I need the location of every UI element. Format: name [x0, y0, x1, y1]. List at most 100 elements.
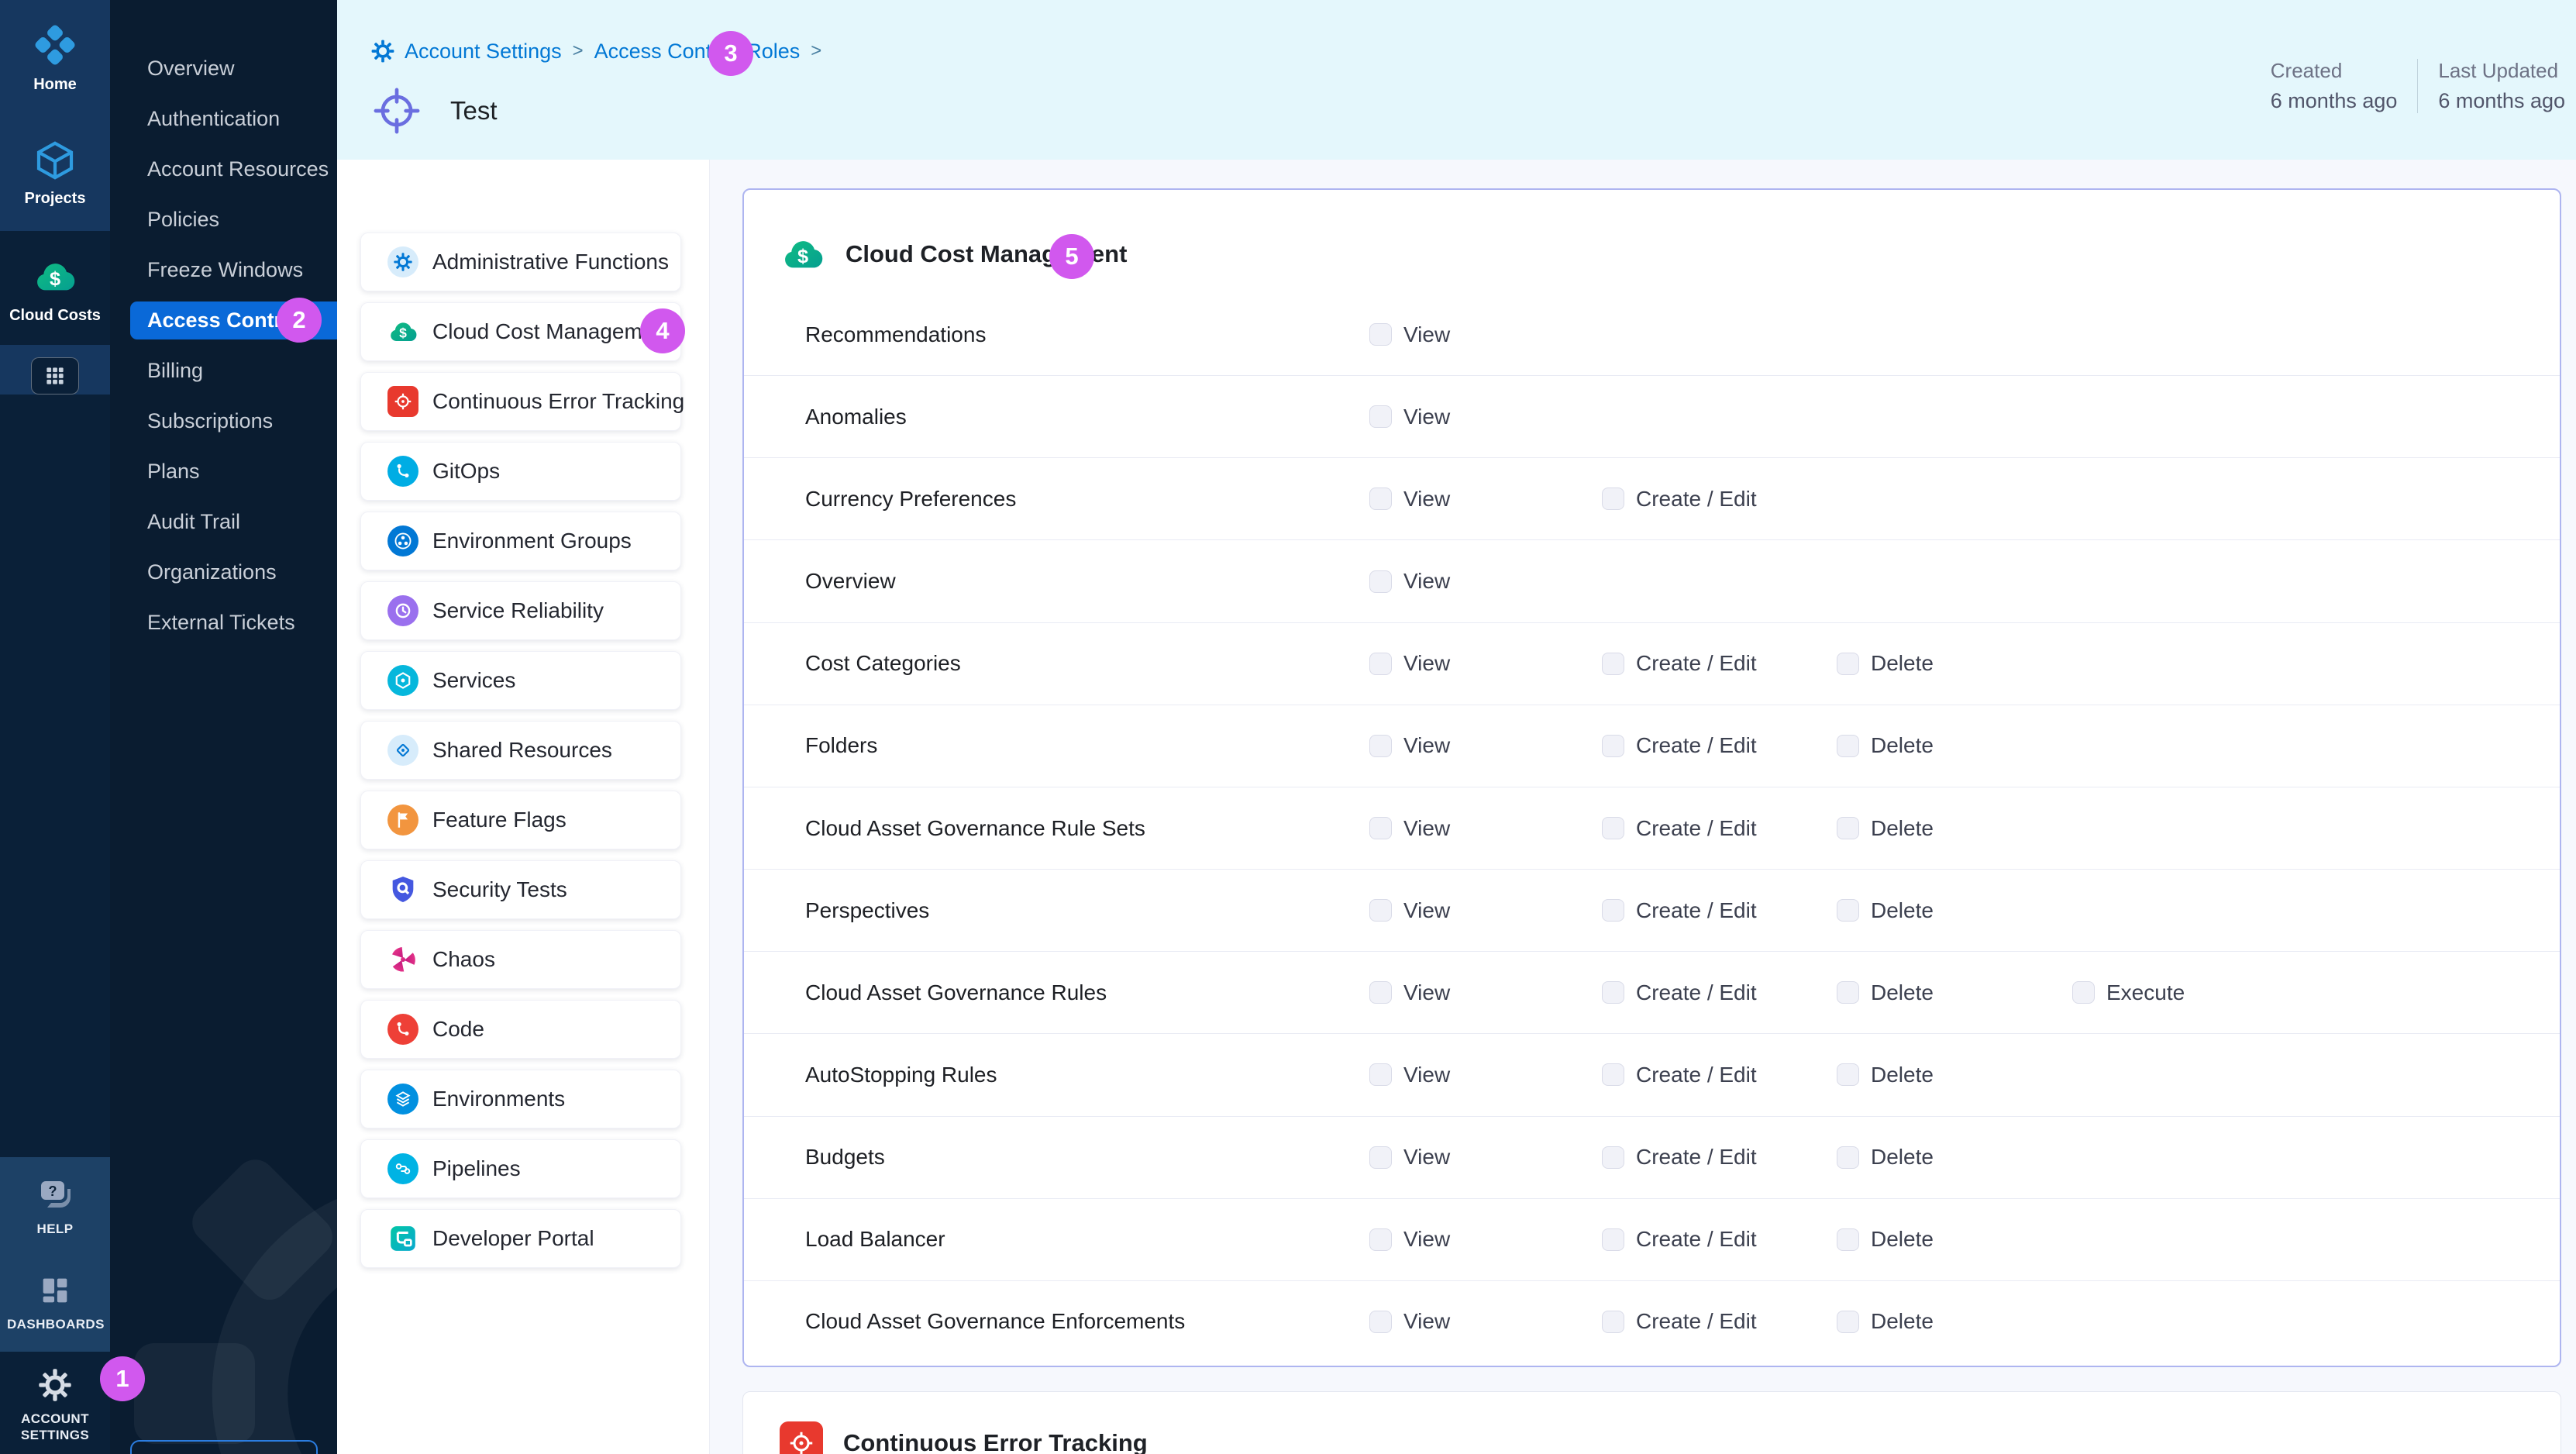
breadcrumb-roles-link[interactable]: Access Control: Roles [594, 40, 801, 64]
breadcrumb-account-settings-link[interactable]: Account Settings [405, 40, 562, 64]
panel-header: Continuous Error Tracking [780, 1421, 1148, 1454]
sidebar-nav-item[interactable]: Policies [110, 195, 337, 245]
delete-checkbox[interactable] [1837, 1311, 1859, 1333]
resource-category-card[interactable]: Security Tests [360, 860, 681, 919]
permission-create-edit-cell: Create / Edit [1602, 651, 1757, 676]
permission-view-cell: View [1369, 569, 1450, 594]
view-checkbox[interactable] [1369, 1311, 1392, 1333]
view-checkbox[interactable] [1369, 570, 1392, 593]
meta-divider [2417, 59, 2418, 113]
delete-checkbox[interactable] [1837, 1228, 1859, 1251]
view-checkbox[interactable] [1369, 1063, 1392, 1086]
view-checkbox[interactable] [1369, 735, 1392, 757]
view-checkbox[interactable] [1369, 899, 1392, 922]
rail-item-cloud-costs[interactable]: Cloud Costs [0, 231, 110, 345]
rail-item-dashboards[interactable]: DASHBOARDS [0, 1252, 110, 1351]
create-edit-checkbox[interactable] [1602, 1146, 1624, 1169]
create-edit-checkbox[interactable] [1602, 1228, 1624, 1251]
view-checkbox[interactable] [1369, 653, 1392, 675]
view-checkbox[interactable] [1369, 488, 1392, 510]
checkbox-label: Execute [2106, 980, 2185, 1005]
resource-category-card[interactable]: Shared Resources [360, 721, 681, 780]
dashboards-grid-icon [37, 1273, 73, 1308]
create-edit-checkbox[interactable] [1602, 899, 1624, 922]
create-edit-checkbox[interactable] [1602, 488, 1624, 510]
permission-view-cell: View [1369, 322, 1450, 347]
resource-category-card[interactable]: Chaos [360, 930, 681, 989]
resource-category-card[interactable]: Services [360, 651, 681, 710]
sidebar-nav-item[interactable]: Audit Trail [110, 497, 337, 547]
permission-row: Cloud Asset Governance Rules View Create… [744, 951, 2560, 1033]
permission-create-edit-cell: Create / Edit [1602, 816, 1757, 841]
create-edit-checkbox[interactable] [1602, 981, 1624, 1004]
resource-category-card[interactable]: Pipelines [360, 1139, 681, 1198]
checkbox-label: View [1403, 1227, 1450, 1252]
category-icon [387, 595, 418, 626]
rail-item-projects[interactable]: Projects [0, 112, 110, 231]
checkbox-label: Create / Edit [1636, 898, 1757, 923]
permission-name: AutoStopping Rules [805, 1063, 997, 1087]
rail-item-label: HELP [37, 1221, 74, 1237]
view-checkbox[interactable] [1369, 405, 1392, 428]
rail-item-label: Cloud Costs [9, 307, 101, 325]
checkbox-label: Delete [1871, 733, 1934, 758]
sidebar-nav-item[interactable]: Freeze Windows [110, 245, 337, 295]
create-edit-checkbox[interactable] [1602, 1063, 1624, 1086]
delete-checkbox[interactable] [1837, 899, 1859, 922]
resource-category-card[interactable]: Feature Flags [360, 791, 681, 849]
delete-checkbox[interactable] [1837, 653, 1859, 675]
view-checkbox[interactable] [1369, 1146, 1392, 1169]
module-grid-icon [43, 364, 67, 388]
category-icon [387, 874, 418, 905]
resource-category-card[interactable]: Administrative Functions [360, 233, 681, 291]
sidebar-nav-item[interactable]: Overview [110, 43, 337, 94]
view-checkbox[interactable] [1369, 981, 1392, 1004]
resource-category-card[interactable]: Environments [360, 1070, 681, 1128]
sidebar-nav-item-label: Audit Trail [147, 510, 240, 534]
resource-category-card[interactable]: Developer Portal [360, 1209, 681, 1268]
create-edit-checkbox[interactable] [1602, 653, 1624, 675]
checkbox-label: Delete [1871, 1227, 1934, 1252]
permission-view-cell: View [1369, 487, 1450, 512]
sidebar-nav-item[interactable]: Authentication [110, 94, 337, 144]
delete-checkbox[interactable] [1837, 1063, 1859, 1086]
rail-item-help[interactable]: HELP [0, 1157, 110, 1252]
category-icon [387, 1153, 418, 1184]
sidebar-nav-item[interactable]: External Tickets [110, 598, 337, 648]
rail-item-account-settings[interactable]: ACCOUNT SETTINGS [0, 1352, 110, 1454]
continuous-error-tracking-icon [780, 1421, 823, 1454]
create-edit-checkbox[interactable] [1602, 1311, 1624, 1333]
settings-gear-icon [370, 39, 395, 64]
resource-category-card[interactable]: GitOps [360, 442, 681, 501]
create-edit-checkbox[interactable] [1602, 817, 1624, 839]
checkbox-label: View [1403, 322, 1450, 347]
nav-footer-button[interactable] [130, 1440, 318, 1454]
create-edit-checkbox[interactable] [1602, 735, 1624, 757]
permission-name: Load Balancer [805, 1227, 945, 1252]
view-checkbox[interactable] [1369, 323, 1392, 346]
view-checkbox[interactable] [1369, 817, 1392, 839]
checkbox-label: Create / Edit [1636, 733, 1757, 758]
delete-checkbox[interactable] [1837, 817, 1859, 839]
sidebar-nav-item[interactable]: Account Resources [110, 144, 337, 195]
execute-checkbox[interactable] [2072, 981, 2095, 1004]
module-grid-button[interactable] [31, 357, 79, 395]
sidebar-nav-item[interactable]: Organizations [110, 547, 337, 598]
view-checkbox[interactable] [1369, 1228, 1392, 1251]
rail-item-home[interactable]: Home [0, 0, 110, 112]
checkbox-label: Delete [1871, 1145, 1934, 1170]
sidebar-nav-item[interactable]: Subscriptions [110, 396, 337, 446]
resource-category-card[interactable]: Continuous Error Tracking [360, 372, 681, 431]
delete-checkbox[interactable] [1837, 1146, 1859, 1169]
delete-checkbox[interactable] [1837, 981, 1859, 1004]
checkbox-label: Create / Edit [1636, 816, 1757, 841]
sidebar-nav-item[interactable]: Plans [110, 446, 337, 497]
sidebar-nav-item[interactable]: Billing [110, 346, 337, 396]
resource-category-card[interactable]: Code [360, 1000, 681, 1059]
resource-category-card[interactable]: Environment Groups [360, 512, 681, 570]
resource-category-card[interactable]: Cloud Cost Management [360, 302, 681, 361]
delete-checkbox[interactable] [1837, 735, 1859, 757]
resource-category-card[interactable]: Service Reliability [360, 581, 681, 640]
permission-name: Cost Categories [805, 651, 961, 676]
sidebar-nav-item-label: Overview [147, 57, 235, 81]
